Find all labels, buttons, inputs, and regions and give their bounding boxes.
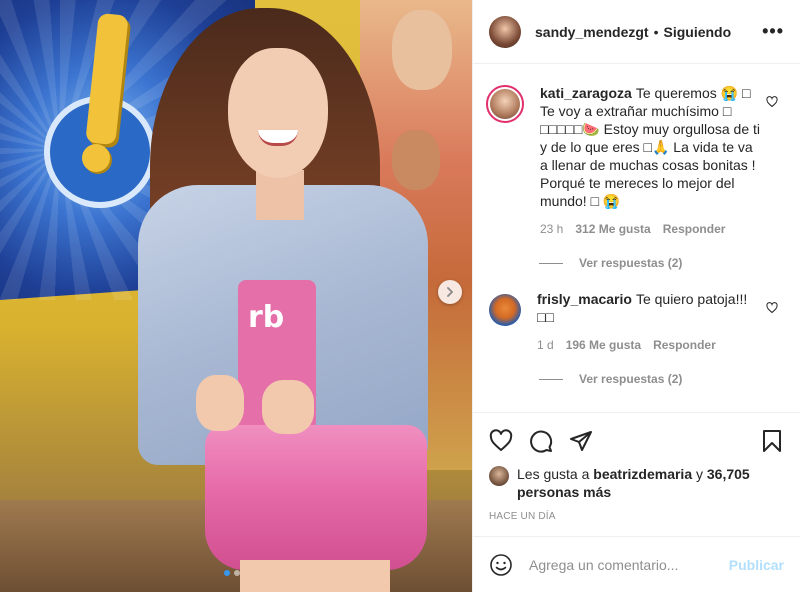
comment-meta: 23 h 312 Me gusta Responder <box>540 222 762 236</box>
commenter-username[interactable]: frisly_macario <box>537 291 632 307</box>
view-replies-button[interactable]: Ver respuestas (2) <box>539 372 784 386</box>
follow-status-button[interactable]: Siguiendo <box>664 24 732 40</box>
view-replies-label: Ver respuestas (2) <box>579 256 683 270</box>
comment-likes[interactable]: 196 Me gusta <box>566 338 641 352</box>
comment-list[interactable]: kati_zaragoza Te queremos 😭 □ Te voy a ex… <box>473 64 800 412</box>
replies-divider <box>539 378 563 380</box>
likes-conjunction: y <box>696 466 703 482</box>
post-comment-button[interactable]: Publicar <box>729 557 784 573</box>
more-icon[interactable]: ••• <box>762 21 784 42</box>
photo-bg-exclamation-dot <box>82 144 110 172</box>
commenter-avatar[interactable] <box>486 85 524 123</box>
comment-content: Te queremos 😭 □ Te voy a extrañar muchís… <box>540 85 761 209</box>
photo-shirt-print: rb <box>248 300 285 335</box>
comment-text: kati_zaragoza Te queremos 😭 □ Te voy a ex… <box>540 84 762 210</box>
photo-pink-skirt <box>205 425 427 570</box>
post-actions: Les gusta a beatrizdemaria y 36,705 pers… <box>473 412 800 522</box>
comment-likes[interactable]: 312 Me gusta <box>575 222 650 236</box>
carousel-dot <box>234 570 240 576</box>
heart-icon[interactable] <box>489 429 513 453</box>
post-timestamp[interactable]: HACE UN DÍA <box>489 511 784 522</box>
comment-time[interactable]: 1 d <box>537 338 554 352</box>
comment-item: kati_zaragoza Te queremos 😭 □ Te voy a ex… <box>486 84 784 236</box>
liker-username[interactable]: beatrizdemaria <box>593 466 692 482</box>
heart-icon[interactable] <box>766 302 778 314</box>
emoji-icon[interactable] <box>489 553 513 577</box>
view-replies-label: Ver respuestas (2) <box>579 372 683 386</box>
comment-input[interactable] <box>529 556 729 573</box>
header-separator: • <box>653 23 659 40</box>
chevron-right-icon <box>447 287 453 297</box>
comment-body: frisly_macario Te quiero patoja!!! □□ 1 d… <box>537 290 759 352</box>
photo-bg-face <box>392 130 440 190</box>
view-replies-button[interactable]: Ver respuestas (2) <box>539 256 784 270</box>
carousel-next-button[interactable] <box>438 280 462 304</box>
photo-hand <box>262 380 314 434</box>
comment-icon[interactable] <box>529 429 553 453</box>
comment-item: frisly_macario Te quiero patoja!!! □□ 1 d… <box>489 290 784 352</box>
photo-legs <box>240 560 390 592</box>
liker-avatar[interactable] <box>489 466 509 486</box>
post-header: sandy_mendezgt • Siguiendo ••• <box>473 0 800 64</box>
comment-meta: 1 d 196 Me gusta Responder <box>537 338 759 352</box>
comment-text: frisly_macario Te quiero patoja!!! □□ <box>537 290 759 326</box>
add-comment-bar: Publicar <box>473 536 800 592</box>
commenter-avatar[interactable] <box>489 294 521 326</box>
photo-bg-face <box>392 10 452 90</box>
photo-hand <box>196 375 244 431</box>
author-avatar[interactable] <box>489 15 521 48</box>
author-username[interactable]: sandy_mendezgt <box>535 24 649 40</box>
comment-body: kati_zaragoza Te queremos 😭 □ Te voy a ex… <box>540 84 762 236</box>
replies-divider <box>539 262 563 264</box>
reply-button[interactable]: Responder <box>653 338 716 352</box>
heart-icon[interactable] <box>766 96 778 108</box>
post-sidebar: sandy_mendezgt • Siguiendo ••• kati_zara… <box>472 0 800 592</box>
bookmark-icon[interactable] <box>760 429 784 453</box>
post-modal: rb sandy_mendezgt • Siguiendo ••• kati_z… <box>0 0 800 592</box>
commenter-username[interactable]: kati_zaragoza <box>540 85 632 101</box>
carousel-dot-active <box>224 570 230 576</box>
reply-button[interactable]: Responder <box>663 222 726 236</box>
likes-summary: Les gusta a beatrizdemaria y 36,705 pers… <box>489 465 784 501</box>
share-icon[interactable] <box>569 429 593 453</box>
comment-time[interactable]: 23 h <box>540 222 563 236</box>
likes-text: Les gusta a beatrizdemaria y 36,705 pers… <box>517 465 784 501</box>
photo-woman-face <box>228 48 328 178</box>
post-photo[interactable]: rb <box>0 0 472 592</box>
carousel-indicator <box>224 570 240 576</box>
action-icons <box>489 421 784 461</box>
likes-prefix: Les gusta a <box>517 466 590 482</box>
